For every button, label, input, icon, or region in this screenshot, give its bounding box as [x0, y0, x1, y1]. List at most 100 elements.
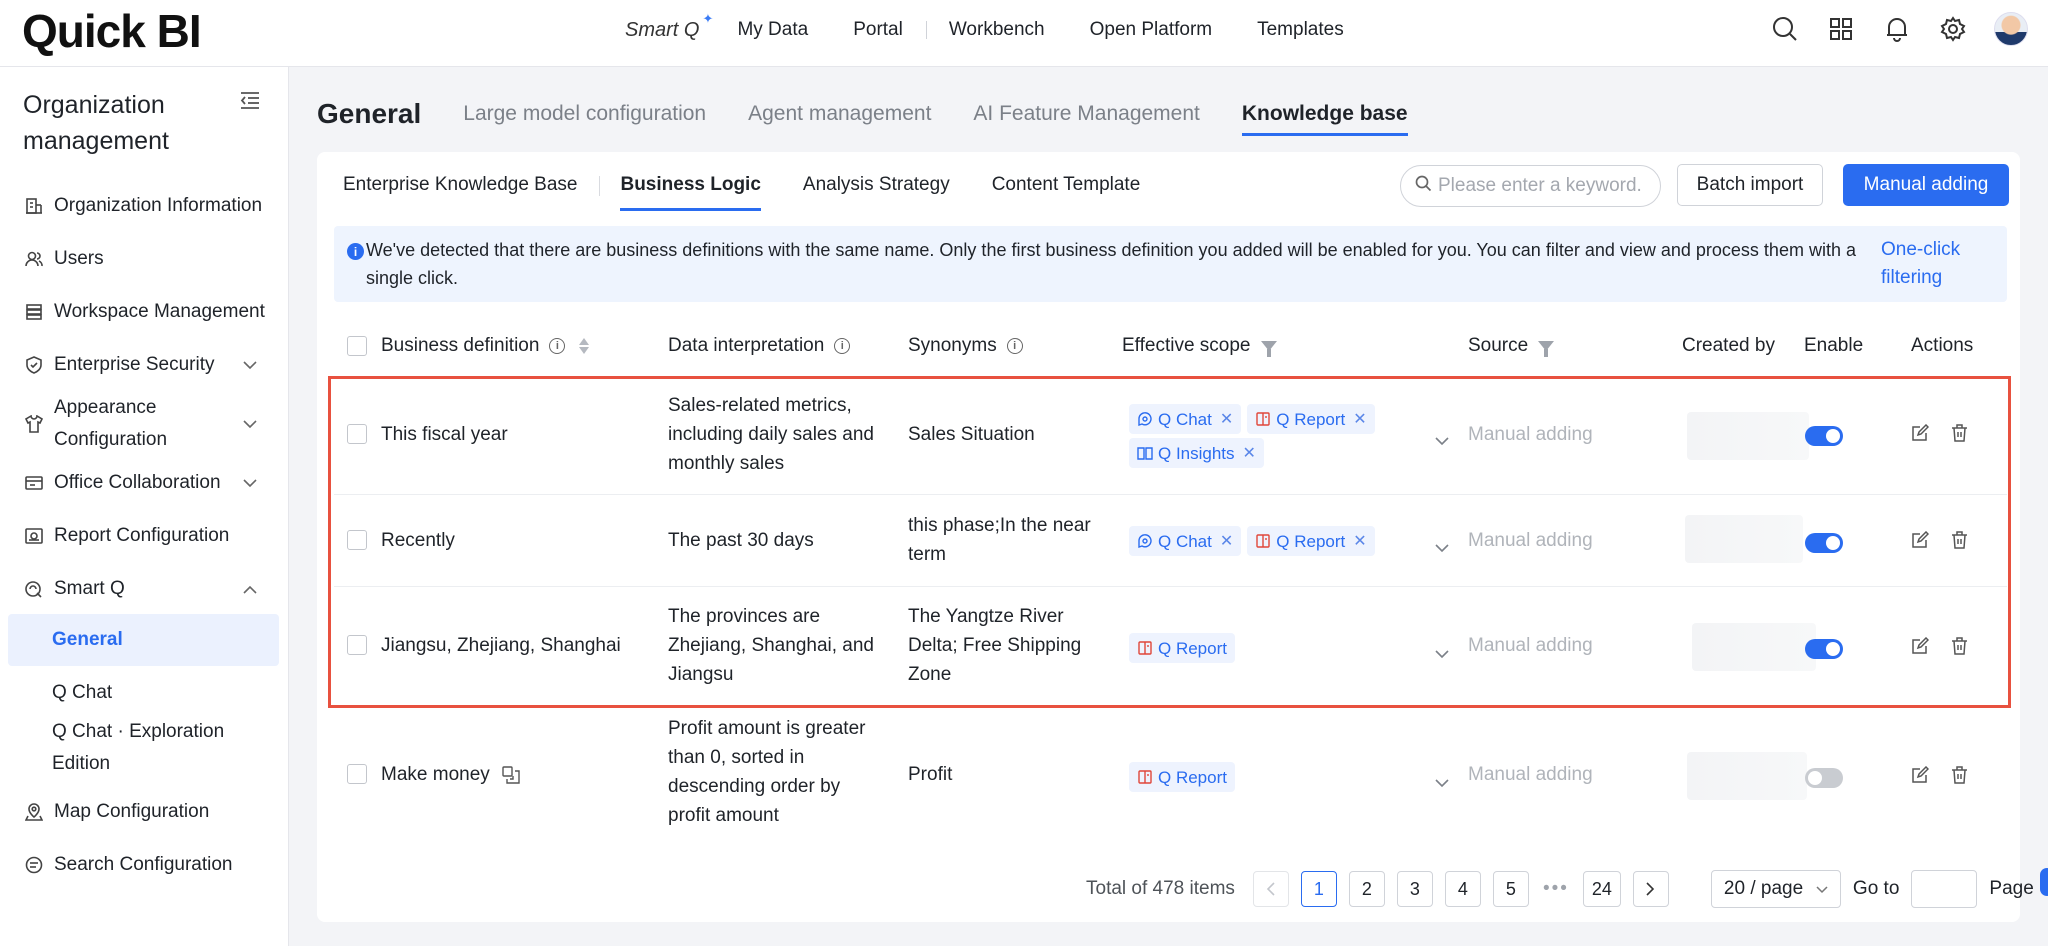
page-1-button[interactable]: 1 — [1300, 871, 1337, 907]
bell-icon[interactable] — [1882, 14, 1912, 44]
table-row[interactable]: Jiangsu, Zhejiang, Shanghai The province… — [334, 587, 2007, 706]
q-report-icon — [1137, 640, 1153, 656]
edit-icon[interactable] — [1911, 766, 1929, 784]
sidebar-item-smart-q[interactable]: Smart Q — [8, 563, 279, 615]
close-icon[interactable]: ✕ — [1220, 527, 1233, 556]
nav-open-platform[interactable]: Open Platform — [1090, 19, 1213, 41]
page-24-button[interactable]: 24 — [1582, 871, 1621, 907]
delete-icon[interactable] — [1951, 766, 1968, 784]
page-2-button[interactable]: 2 — [1348, 871, 1385, 907]
smart-q-link[interactable]: Smart Q ✦ — [625, 11, 713, 42]
next-page-button[interactable] — [1632, 871, 1669, 907]
sidebar-item-appearance-configuration[interactable]: Appearance Configuration — [8, 392, 279, 456]
enable-toggle[interactable] — [1805, 426, 1843, 446]
sidebar-item-q-chat-exploration[interactable]: Q Chat · Exploration Edition — [8, 713, 279, 783]
gear-icon[interactable] — [1938, 14, 1968, 44]
row-checkbox[interactable] — [347, 424, 367, 444]
sort-icon[interactable] — [579, 338, 590, 354]
chevron-down-icon[interactable] — [1435, 537, 1449, 559]
row-checkbox[interactable] — [347, 635, 367, 655]
goto-page-input[interactable] — [1911, 870, 1978, 908]
filter-icon[interactable] — [1260, 341, 1277, 357]
select-all-checkbox[interactable] — [347, 336, 367, 356]
search-input[interactable] — [1438, 175, 1648, 197]
table-row[interactable]: This fiscal year Sales-related metrics, … — [334, 376, 2007, 495]
nav-my-data[interactable]: My Data — [737, 19, 808, 41]
edit-icon[interactable] — [1911, 637, 1929, 655]
search-icon[interactable] — [1770, 14, 1800, 44]
close-icon[interactable]: ✕ — [1353, 527, 1366, 556]
sidebar-item-label: Users — [54, 248, 104, 269]
enable-toggle[interactable] — [1805, 639, 1843, 659]
scope-tag-label: Q Report — [1158, 767, 1227, 787]
tab-large-model-configuration[interactable]: Large model configuration — [463, 102, 706, 136]
row-checkbox[interactable] — [347, 764, 367, 784]
row-checkbox[interactable] — [347, 530, 367, 550]
delete-icon[interactable] — [1951, 424, 1968, 442]
chevron-down-icon[interactable] — [1435, 772, 1449, 794]
chevron-down-icon[interactable] — [1435, 430, 1449, 452]
sidebar-item-q-chat[interactable]: Q Chat — [8, 667, 279, 719]
prev-page-button[interactable] — [1252, 871, 1289, 907]
close-icon[interactable]: ✕ — [1353, 405, 1366, 434]
sidebar-item-enterprise-security[interactable]: Enterprise Security — [8, 339, 279, 391]
ellipsis[interactable]: ••• — [1541, 878, 1571, 900]
edit-icon[interactable] — [1911, 531, 1929, 549]
sidebar-item-map-configuration[interactable]: Map Configuration — [8, 786, 279, 838]
quick-bi-logo[interactable]: Quick BI — [22, 4, 202, 58]
sidebar-item-workspace-management[interactable]: Workspace Management — [8, 286, 279, 338]
effective-scope: Q Report — [1129, 631, 1241, 665]
page-5-button[interactable]: 5 — [1492, 871, 1529, 907]
source: Manual adding — [1468, 764, 1593, 785]
chevron-down-icon[interactable] — [1435, 643, 1449, 665]
edit-icon[interactable] — [1911, 424, 1929, 442]
collapse-menu-icon[interactable] — [240, 91, 260, 115]
user-avatar[interactable] — [1994, 12, 2028, 46]
nav-templates[interactable]: Templates — [1257, 19, 1344, 41]
one-click-filtering-link[interactable]: One-click filtering — [1881, 236, 1991, 292]
subtab-content-template[interactable]: Content Template — [992, 174, 1141, 208]
sidebar-item-label: Report Configuration — [54, 525, 230, 546]
sidebar-item-office-collaboration[interactable]: Office Collaboration — [8, 457, 279, 509]
table-row[interactable]: Make money Profit amount is greater than… — [334, 706, 2007, 846]
page-size-value: 20 / page — [1723, 878, 1804, 899]
nav-workbench[interactable]: Workbench — [949, 19, 1045, 41]
manual-adding-button[interactable]: Manual adding — [1843, 164, 2009, 206]
page-3-button[interactable]: 3 — [1396, 871, 1433, 907]
delete-icon[interactable] — [1951, 637, 1968, 655]
scope-tag-q-insights: Q Insights ✕ — [1129, 438, 1264, 468]
tab-agent-management[interactable]: Agent management — [748, 102, 931, 136]
tab-ai-feature-management[interactable]: AI Feature Management — [973, 102, 1199, 136]
chevron-down-icon — [243, 472, 257, 494]
scope-tag-label: Q Insights — [1158, 443, 1235, 463]
enable-toggle[interactable] — [1805, 533, 1843, 553]
sidebar-item-general[interactable]: General — [8, 614, 279, 666]
info-icon[interactable]: i — [834, 338, 851, 354]
duplicate-icon[interactable] — [502, 765, 520, 784]
close-icon[interactable]: ✕ — [1220, 405, 1233, 434]
tab-knowledge-base[interactable]: Knowledge base — [1241, 102, 1408, 136]
info-icon[interactable]: i — [549, 338, 566, 354]
sidebar-item-organization-information[interactable]: Organization Information — [8, 180, 279, 232]
subtab-business-logic[interactable]: Business Logic — [620, 174, 761, 211]
batch-import-button[interactable]: Batch import — [1677, 164, 1823, 206]
page-size-select[interactable]: 20 / page — [1710, 870, 1841, 908]
delete-icon[interactable] — [1951, 531, 1968, 549]
subtab-analysis-strategy[interactable]: Analysis Strategy — [803, 174, 950, 208]
created-by-redacted — [1687, 412, 1809, 460]
floating-assistant-handle[interactable] — [2040, 868, 2048, 896]
apps-grid-icon[interactable] — [1826, 14, 1856, 44]
page-4-button[interactable]: 4 — [1444, 871, 1481, 907]
sidebar-item-report-configuration[interactable]: Report Configuration — [8, 510, 279, 562]
nav-portal[interactable]: Portal — [853, 19, 903, 41]
scope-tag-q-report: Q Report — [1129, 633, 1235, 663]
q-insights-icon — [1137, 445, 1153, 461]
close-icon[interactable]: ✕ — [1243, 439, 1256, 468]
enable-toggle[interactable] — [1805, 768, 1843, 788]
filter-icon[interactable] — [1538, 341, 1555, 357]
sidebar-item-users[interactable]: Users — [8, 233, 279, 285]
info-icon[interactable]: i — [1006, 338, 1023, 354]
subtab-enterprise-knowledge-base[interactable]: Enterprise Knowledge Base — [343, 174, 577, 208]
table-row[interactable]: Recently The past 30 days this phase;In … — [334, 495, 2007, 587]
sidebar-item-search-configuration[interactable]: Search Configuration — [8, 839, 279, 891]
